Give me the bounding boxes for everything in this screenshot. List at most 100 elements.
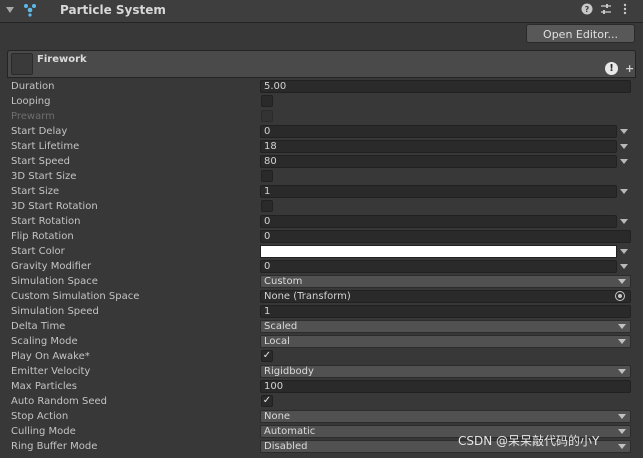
row-gravity-modifier: Gravity Modifier 0: [0, 259, 643, 274]
properties-list: Duration 5.00 Looping Prewarm Start Dela…: [0, 79, 643, 454]
row-play-on-awake: Play On Awake* ✓: [0, 349, 643, 364]
start-rotation-label: Start Rotation: [11, 216, 81, 227]
3d-start-rotation-checkbox[interactable]: [261, 200, 273, 212]
start-color-label: Start Color: [11, 246, 65, 257]
row-start-rotation: Start Rotation 0: [0, 214, 643, 229]
gravity-modifier-field[interactable]: 0: [260, 260, 617, 273]
simulation-space-label: Simulation Space: [11, 276, 98, 287]
simulation-space-value: Custom: [264, 276, 303, 287]
row-stop-action: Stop Action None: [0, 409, 643, 424]
culling-mode-label: Culling Mode: [11, 426, 76, 437]
start-size-label: Start Size: [11, 186, 60, 197]
row-looping: Looping: [0, 94, 643, 109]
stop-action-value: None: [264, 411, 291, 422]
max-particles-label: Max Particles: [11, 381, 78, 392]
row-flip-rotation: Flip Rotation 0: [0, 229, 643, 244]
looping-label: Looping: [11, 96, 51, 107]
chevron-down-icon: [618, 414, 626, 419]
emitter-velocity-label: Emitter Velocity: [11, 366, 91, 377]
custom-simulation-space-field[interactable]: None (Transform): [260, 290, 631, 303]
object-picker-icon[interactable]: [615, 291, 625, 301]
start-rotation-field[interactable]: 0: [260, 215, 617, 228]
watermark-text: CSDN @呆呆敲代码的小Y: [458, 434, 600, 448]
row-simulation-speed: Simulation Speed 1: [0, 304, 643, 319]
3d-start-rotation-label: 3D Start Rotation: [11, 201, 98, 212]
scaling-mode-label: Scaling Mode: [11, 336, 78, 347]
chevron-down-icon: [618, 369, 626, 374]
row-start-speed: Start Speed 80: [0, 154, 643, 169]
duration-field[interactable]: 5.00: [260, 80, 631, 93]
emitter-velocity-dropdown[interactable]: Rigidbody: [260, 365, 631, 378]
start-speed-field[interactable]: 80: [260, 155, 617, 168]
row-delta-time: Delta Time Scaled: [0, 319, 643, 334]
row-duration: Duration 5.00: [0, 79, 643, 94]
culling-mode-value: Automatic: [264, 426, 316, 437]
module-name: Firework: [37, 54, 87, 65]
row-simulation-space: Simulation Space Custom: [0, 274, 643, 289]
row-start-color: Start Color: [0, 244, 643, 259]
fold-arrow-icon[interactable]: [6, 7, 14, 13]
simulation-speed-field[interactable]: 1: [260, 305, 631, 318]
start-speed-label: Start Speed: [11, 156, 70, 167]
looping-checkbox[interactable]: [261, 95, 273, 107]
row-custom-simulation-space: Custom Simulation Space None (Transform): [0, 289, 643, 304]
start-delay-field[interactable]: 0: [260, 125, 617, 138]
chevron-down-icon: [618, 324, 626, 329]
3d-start-size-checkbox[interactable]: [261, 170, 273, 182]
stop-action-dropdown[interactable]: None: [260, 410, 631, 423]
open-editor-button[interactable]: Open Editor...: [526, 24, 635, 43]
auto-random-seed-label: Auto Random Seed: [11, 396, 107, 407]
delta-time-dropdown[interactable]: Scaled: [260, 320, 631, 333]
flip-rotation-field[interactable]: 0: [260, 230, 631, 243]
start-delay-label: Start Delay: [11, 126, 68, 137]
start-lifetime-field[interactable]: 18: [260, 140, 617, 153]
custom-simulation-space-label: Custom Simulation Space: [11, 291, 140, 302]
start-rotation-mode-arrow-icon[interactable]: [620, 219, 628, 224]
more-options-icon[interactable]: [618, 3, 632, 17]
row-start-size: Start Size 1: [0, 184, 643, 199]
row-max-particles: Max Particles 100: [0, 379, 643, 394]
row-start-delay: Start Delay 0: [0, 124, 643, 139]
emitter-velocity-value: Rigidbody: [264, 366, 314, 377]
gravity-modifier-mode-arrow-icon[interactable]: [620, 264, 628, 269]
flip-rotation-label: Flip Rotation: [11, 231, 74, 242]
simulation-speed-label: Simulation Speed: [11, 306, 99, 317]
help-icon[interactable]: ?: [580, 3, 594, 17]
start-color-swatch[interactable]: [260, 245, 617, 258]
prewarm-checkbox: [261, 110, 273, 122]
start-lifetime-mode-arrow-icon[interactable]: [620, 144, 628, 149]
warning-icon[interactable]: !: [605, 62, 618, 75]
ring-buffer-mode-value: Disabled: [264, 441, 308, 452]
component-title: Particle System: [60, 3, 166, 17]
max-particles-field[interactable]: 100: [260, 380, 631, 393]
add-module-icon[interactable]: +: [625, 62, 634, 75]
auto-random-seed-checkbox[interactable]: ✓: [261, 395, 273, 407]
chevron-down-icon: [618, 279, 626, 284]
module-preview-swatch: [11, 53, 33, 75]
stop-action-label: Stop Action: [11, 411, 69, 422]
row-3d-start-size: 3D Start Size: [0, 169, 643, 184]
start-delay-mode-arrow-icon[interactable]: [620, 129, 628, 134]
start-size-mode-arrow-icon[interactable]: [620, 189, 628, 194]
start-color-mode-arrow-icon[interactable]: [620, 249, 628, 254]
row-prewarm: Prewarm: [0, 109, 643, 124]
row-emitter-velocity: Emitter Velocity Rigidbody: [0, 364, 643, 379]
start-speed-mode-arrow-icon[interactable]: [620, 159, 628, 164]
prewarm-label: Prewarm: [11, 111, 55, 122]
main-module-header[interactable]: Firework ! +: [7, 50, 636, 78]
row-3d-start-rotation: 3D Start Rotation: [0, 199, 643, 214]
play-on-awake-checkbox[interactable]: ✓: [261, 350, 273, 362]
row-auto-random-seed: Auto Random Seed ✓: [0, 394, 643, 409]
start-size-field[interactable]: 1: [260, 185, 617, 198]
scaling-mode-dropdown[interactable]: Local: [260, 335, 631, 348]
row-scaling-mode: Scaling Mode Local: [0, 334, 643, 349]
start-lifetime-label: Start Lifetime: [11, 141, 80, 152]
delta-time-value: Scaled: [264, 321, 298, 332]
simulation-space-dropdown[interactable]: Custom: [260, 275, 631, 288]
presets-icon[interactable]: [599, 3, 613, 17]
row-start-lifetime: Start Lifetime 18: [0, 139, 643, 154]
scaling-mode-value: Local: [264, 336, 290, 347]
3d-start-size-label: 3D Start Size: [11, 171, 77, 182]
gravity-modifier-label: Gravity Modifier: [11, 261, 92, 272]
chevron-down-icon: [618, 444, 626, 449]
